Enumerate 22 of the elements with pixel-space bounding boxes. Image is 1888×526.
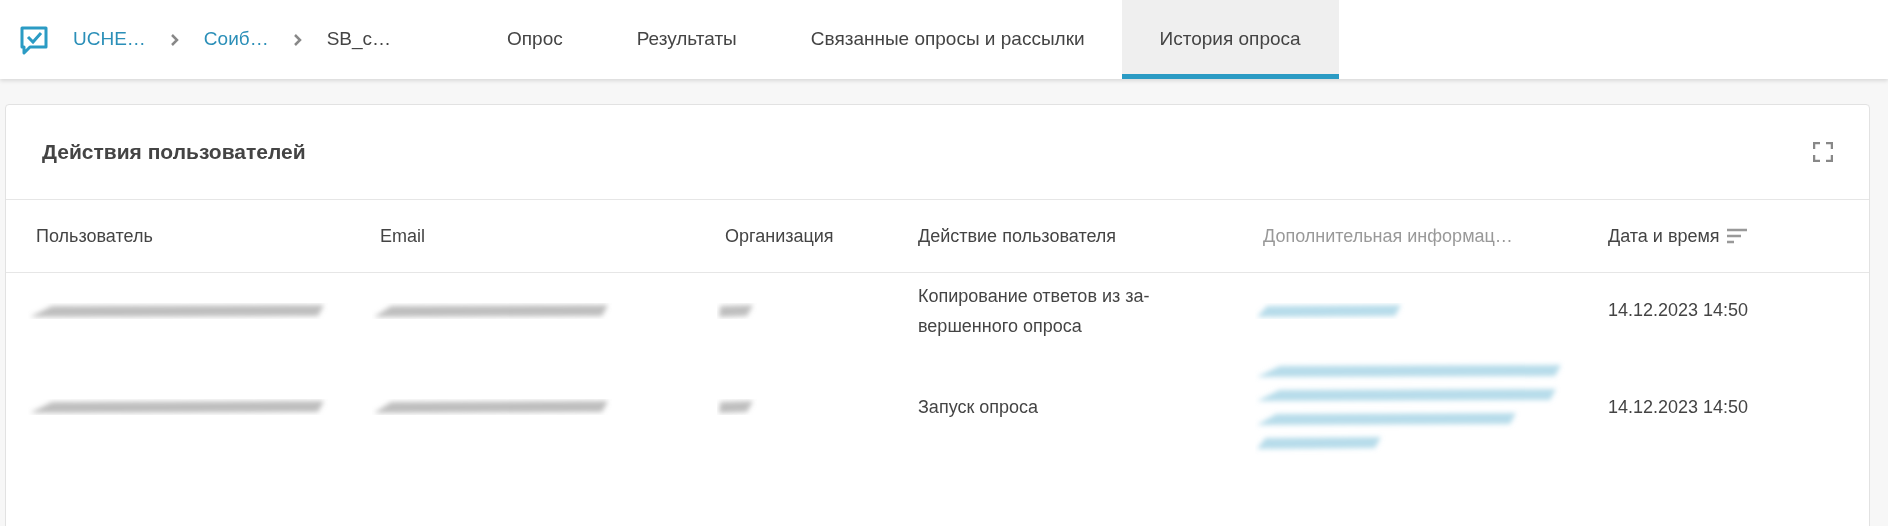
tab[interactable]: Результаты	[599, 0, 774, 79]
breadcrumb-link[interactable]: Соиб…	[203, 25, 269, 54]
chevron-right-icon	[169, 32, 180, 47]
tab[interactable]: Опрос	[470, 0, 600, 79]
chevron-right-icon	[292, 32, 303, 47]
column-header[interactable]: Действие пользователя	[918, 222, 1117, 250]
breadcrumb-link[interactable]: UCHE…	[73, 25, 146, 54]
column-header[interactable]: Дата и время	[1608, 222, 1748, 250]
card-title: Действия пользователей	[42, 139, 306, 166]
breadcrumb-current: SB_c…	[326, 27, 392, 52]
tab[interactable]: Связанные опросы и рассылки	[773, 0, 1122, 79]
column-header[interactable]: Email	[380, 222, 425, 250]
chat-check-icon[interactable]	[19, 24, 49, 55]
table-cell-text: Копирование ответов из за- вершенного опроса	[917, 284, 1151, 338]
table-cell-text: Запуск опроса	[917, 396, 1040, 419]
table-cell-text: 14.12.2023 14:50	[1607, 395, 1750, 419]
fullscreen-icon[interactable]	[1813, 142, 1833, 162]
column-header[interactable]: Пользователь	[36, 222, 153, 250]
sort-icon[interactable]	[1725, 227, 1748, 245]
column-header[interactable]: Организация	[725, 222, 834, 250]
tab[interactable]: История опроса	[1121, 0, 1339, 79]
table-cell-text: 14.12.2023 14:50	[1607, 299, 1750, 322]
